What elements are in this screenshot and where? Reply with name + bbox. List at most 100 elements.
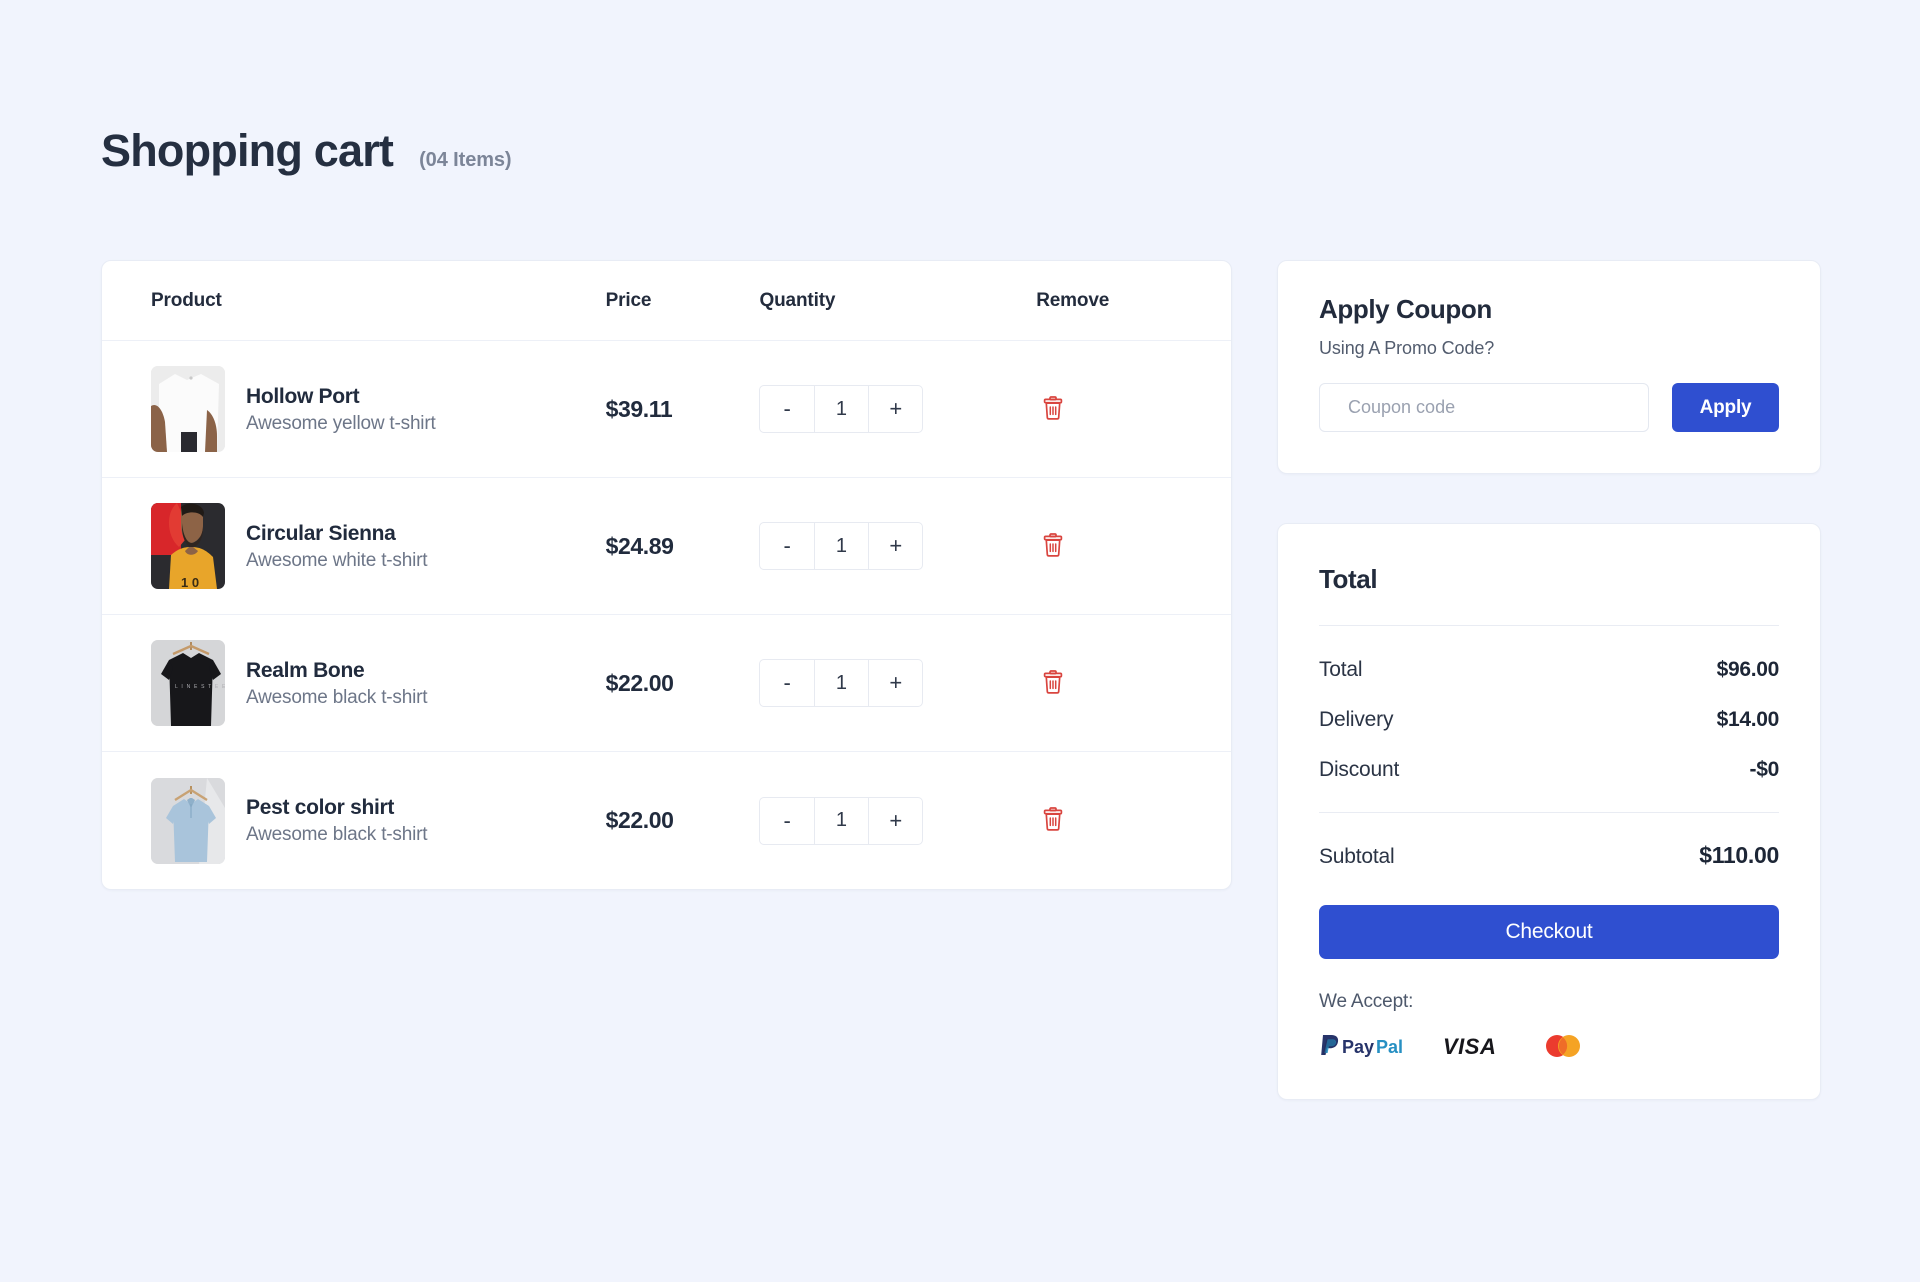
trash-icon [1042, 807, 1064, 834]
svg-text:Pal: Pal [1376, 1037, 1403, 1057]
quantity-value: 1 [813, 386, 870, 432]
coupon-code-input[interactable] [1319, 383, 1649, 432]
remove-item-button[interactable] [1036, 804, 1070, 838]
quantity-increase-button[interactable]: + [869, 660, 922, 706]
coupon-form: Apply [1319, 383, 1779, 432]
product-price: $22.00 [605, 669, 674, 696]
remove-cell [1036, 804, 1231, 838]
product-description: Awesome black t-shirt [246, 686, 428, 708]
quantity-value: 1 [813, 797, 870, 844]
table-row: 1 0 Circular Sienna Awesome white t-shir… [102, 478, 1231, 615]
remove-cell [1036, 529, 1231, 563]
payment-methods: Pay Pal VISA [1319, 1033, 1779, 1059]
product-text: Pest color shirt Awesome black t-shirt [246, 797, 427, 844]
svg-text:1 0: 1 0 [181, 575, 199, 589]
total-line-value: -$0 [1749, 758, 1780, 781]
product-cell: Hollow Port Awesome yellow t-shirt [102, 366, 606, 452]
quantity-increase-button[interactable]: + [869, 386, 922, 432]
total-line-value: $14.00 [1716, 708, 1780, 731]
table-row: Pest color shirt Awesome black t-shirt $… [102, 752, 1231, 889]
total-line-label: Discount [1319, 758, 1400, 781]
quantity-decrease-button[interactable]: - [760, 798, 813, 844]
remove-item-button[interactable] [1036, 529, 1070, 563]
product-price: $39.11 [605, 395, 673, 422]
cart-table-card: Product Price Quantity Remove Hollow Por… [101, 260, 1232, 890]
product-name: Pest color shirt [246, 796, 395, 819]
page-title: Shopping cart [101, 125, 394, 176]
product-text: Hollow Port Awesome yellow t-shirt [246, 386, 436, 433]
quantity-cell: - 1 + [759, 522, 1036, 570]
product-price: $22.00 [605, 807, 674, 833]
total-line: Discount -$0 [1319, 758, 1779, 782]
totals-list: Total $96.00 Delivery $14.00 Discount -$… [1319, 658, 1779, 782]
cart-sidebar: Apply Coupon Using A Promo Code? Apply T… [1277, 260, 1821, 1100]
quantity-stepper[interactable]: - 1 + [759, 385, 924, 433]
total-line: Total $96.00 [1319, 658, 1779, 682]
product-price: $24.89 [605, 532, 674, 559]
order-total-card: Total Total $96.00 Delivery $14.00 Disco… [1277, 523, 1821, 1100]
quantity-cell: - 1 + [759, 659, 1036, 707]
apply-coupon-subtitle: Using A Promo Code? [1319, 338, 1495, 358]
apply-coupon-button[interactable]: Apply [1672, 383, 1779, 432]
table-row: Hollow Port Awesome yellow t-shirt $39.1… [102, 341, 1231, 478]
product-thumbnail-image: 1 0 [151, 503, 225, 589]
product-cell: L I N E S T E E Realm Bone Awesome black… [102, 640, 606, 726]
table-row: L I N E S T E E Realm Bone Awesome black… [102, 615, 1231, 752]
apply-coupon-card: Apply Coupon Using A Promo Code? Apply [1277, 260, 1821, 474]
quantity-cell: - 1 + [759, 385, 1036, 433]
product-name: Realm Bone [246, 658, 365, 682]
quantity-cell: - 1 + [759, 796, 1036, 845]
page-header: Shopping cart (04 Items) [101, 125, 512, 176]
shopping-cart-page: Shopping cart (04 Items) Product Price Q… [0, 0, 1920, 1282]
mastercard-logo-icon [1543, 1033, 1583, 1059]
product-cell: 1 0 Circular Sienna Awesome white t-shir… [102, 503, 606, 589]
product-text: Circular Sienna Awesome white t-shirt [246, 523, 427, 570]
quantity-increase-button[interactable]: + [869, 798, 922, 844]
visa-logo-icon: VISA [1443, 1033, 1517, 1059]
remove-item-button[interactable] [1036, 392, 1070, 426]
subtotal-row: Subtotal $110.00 [1319, 842, 1779, 869]
quantity-decrease-button[interactable]: - [760, 523, 813, 569]
cart-table-header: Product Price Quantity Remove [102, 261, 1231, 341]
we-accept-label: We Accept: [1319, 991, 1414, 1012]
column-header-remove: Remove [1036, 289, 1110, 311]
trash-icon [1042, 395, 1064, 423]
quantity-stepper[interactable]: - 1 + [759, 522, 924, 570]
quantity-stepper[interactable]: - 1 + [759, 796, 924, 845]
remove-cell [1036, 392, 1231, 426]
quantity-increase-button[interactable]: + [869, 523, 922, 569]
product-description: Awesome white t-shirt [246, 549, 428, 571]
cart-item-count: (04 Items) [419, 149, 512, 171]
total-line-label: Total [1319, 658, 1363, 681]
product-thumbnail-image [151, 366, 225, 452]
checkout-button[interactable]: Checkout [1319, 905, 1779, 959]
product-thumbnail-image [151, 777, 225, 864]
product-cell: Pest color shirt Awesome black t-shirt [102, 777, 606, 864]
subtotal-value: $110.00 [1699, 842, 1779, 868]
quantity-value: 1 [813, 660, 870, 706]
total-divider-top [1319, 625, 1779, 626]
subtotal-label: Subtotal [1319, 845, 1395, 868]
product-name: Hollow Port [246, 384, 360, 408]
column-header-product: Product [151, 289, 222, 311]
total-line-value: $96.00 [1716, 658, 1780, 681]
paypal-logo-icon: Pay Pal [1319, 1033, 1417, 1059]
product-description: Awesome yellow t-shirt [246, 412, 436, 434]
quantity-value: 1 [813, 523, 870, 569]
column-header-price: Price [605, 289, 652, 311]
product-name: Circular Sienna [246, 521, 396, 545]
product-thumbnail-image: L I N E S T E E [151, 640, 225, 726]
svg-text:L I N E S T E E: L I N E S T E E [175, 684, 225, 690]
trash-icon [1042, 669, 1064, 697]
svg-text:VISA: VISA [1443, 1034, 1496, 1059]
quantity-stepper[interactable]: - 1 + [759, 659, 924, 707]
quantity-decrease-button[interactable]: - [760, 660, 813, 706]
remove-item-button[interactable] [1036, 666, 1070, 700]
product-description: Awesome black t-shirt [246, 824, 428, 845]
total-title: Total [1319, 564, 1378, 594]
quantity-decrease-button[interactable]: - [760, 386, 813, 432]
trash-icon [1042, 532, 1064, 560]
column-header-quantity: Quantity [759, 289, 836, 311]
apply-coupon-title: Apply Coupon [1319, 294, 1492, 324]
total-divider-bottom [1319, 812, 1779, 813]
